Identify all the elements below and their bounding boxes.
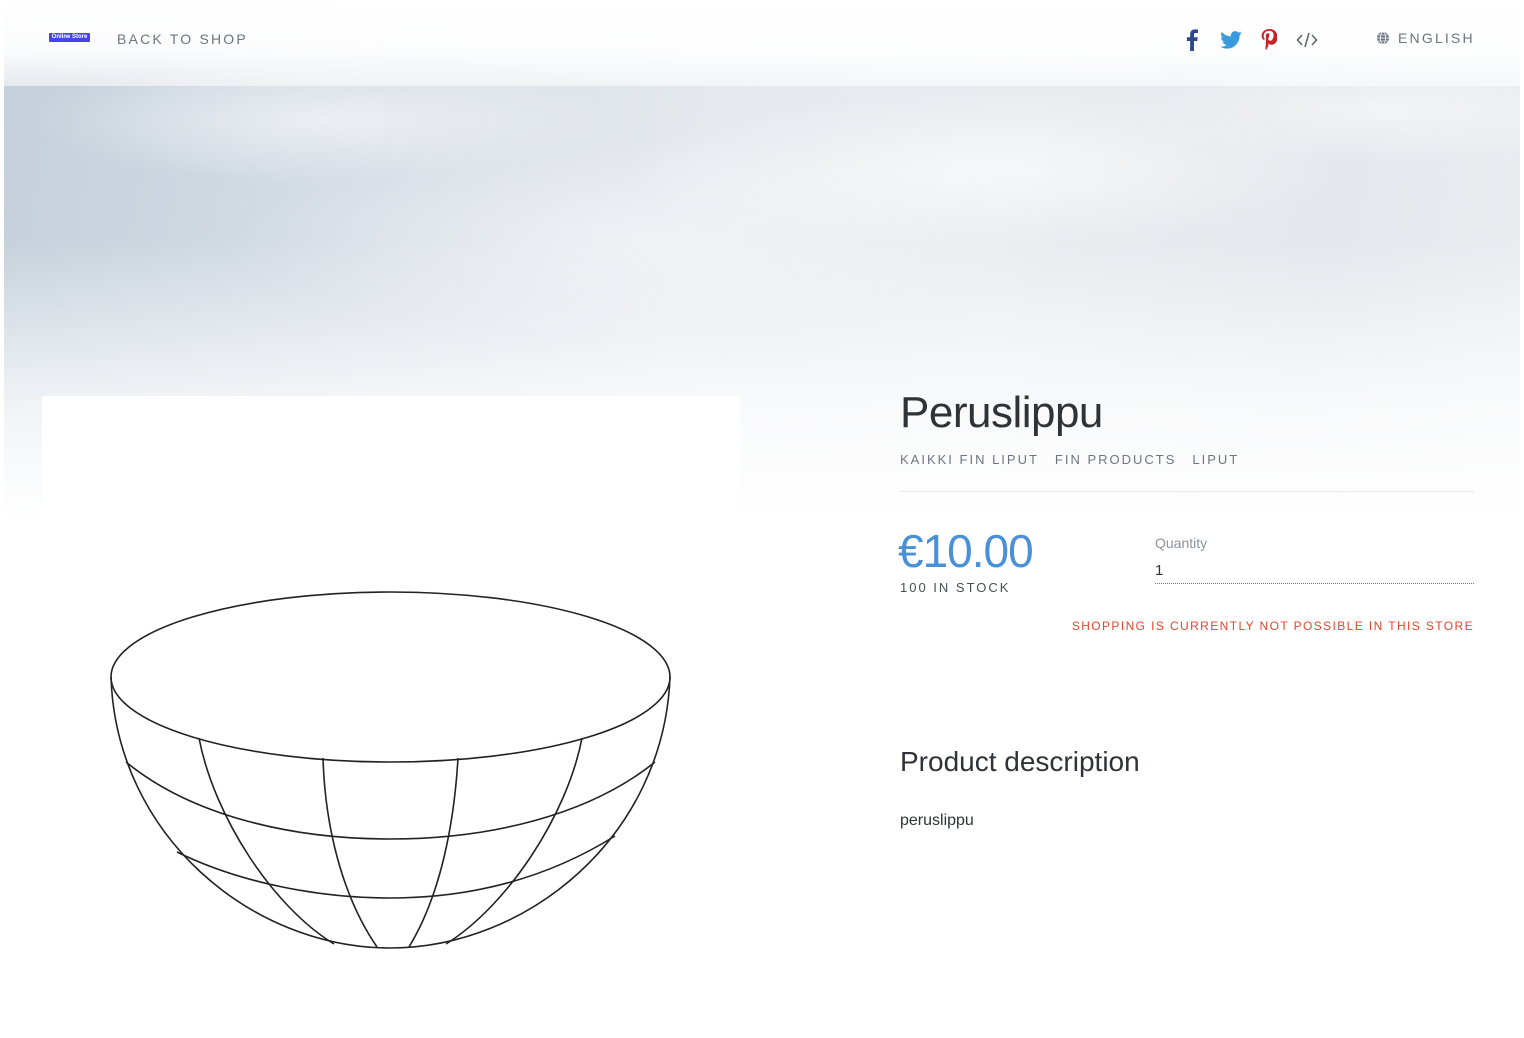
- divider: [900, 491, 1474, 492]
- category-links: KAIKKI FIN LIPUT FIN PRODUCTS LIPUT: [900, 452, 1239, 467]
- back-to-shop-link[interactable]: BACK TO SHOP: [117, 31, 248, 47]
- twitter-icon: [1220, 31, 1242, 49]
- facebook-share-button[interactable]: [1184, 28, 1200, 52]
- pinterest-icon: [1261, 29, 1277, 51]
- stock-status: 100 IN STOCK: [900, 580, 1011, 595]
- logo-text: Online Store: [51, 34, 88, 40]
- description-text: peruslippu: [900, 812, 974, 829]
- bowl-placeholder-icon: [110, 591, 671, 949]
- embed-code-icon: [1296, 32, 1318, 48]
- facebook-icon: [1186, 29, 1198, 51]
- product-price: €10.00: [898, 525, 1034, 577]
- product-image[interactable]: [42, 396, 740, 1016]
- store-logo[interactable]: Online Store: [49, 33, 90, 42]
- quantity-label: Quantity: [1155, 535, 1208, 551]
- pinterest-share-button[interactable]: [1259, 28, 1279, 52]
- category-link[interactable]: FIN PRODUCTS: [1055, 452, 1177, 467]
- category-link[interactable]: KAIKKI FIN LIPUT: [900, 452, 1039, 467]
- language-selector[interactable]: ENGLISH: [1376, 30, 1475, 46]
- globe-icon: [1377, 31, 1389, 45]
- quantity-input[interactable]: [1155, 557, 1474, 584]
- twitter-share-button[interactable]: [1219, 28, 1243, 52]
- category-link[interactable]: LIPUT: [1192, 452, 1239, 467]
- embed-code-button[interactable]: [1295, 28, 1319, 52]
- header: Online Store BACK TO SHOP ENGLISH: [0, 0, 1524, 80]
- language-label: ENGLISH: [1398, 30, 1475, 46]
- product-page: Online Store BACK TO SHOP ENGLISH Perusl…: [0, 0, 1524, 1038]
- description-heading: Product description: [900, 746, 1140, 777]
- product-title: Peruslippu: [900, 388, 1103, 437]
- shopping-disabled-notice: SHOPPING IS CURRENTLY NOT POSSIBLE IN TH…: [1071, 619, 1474, 633]
